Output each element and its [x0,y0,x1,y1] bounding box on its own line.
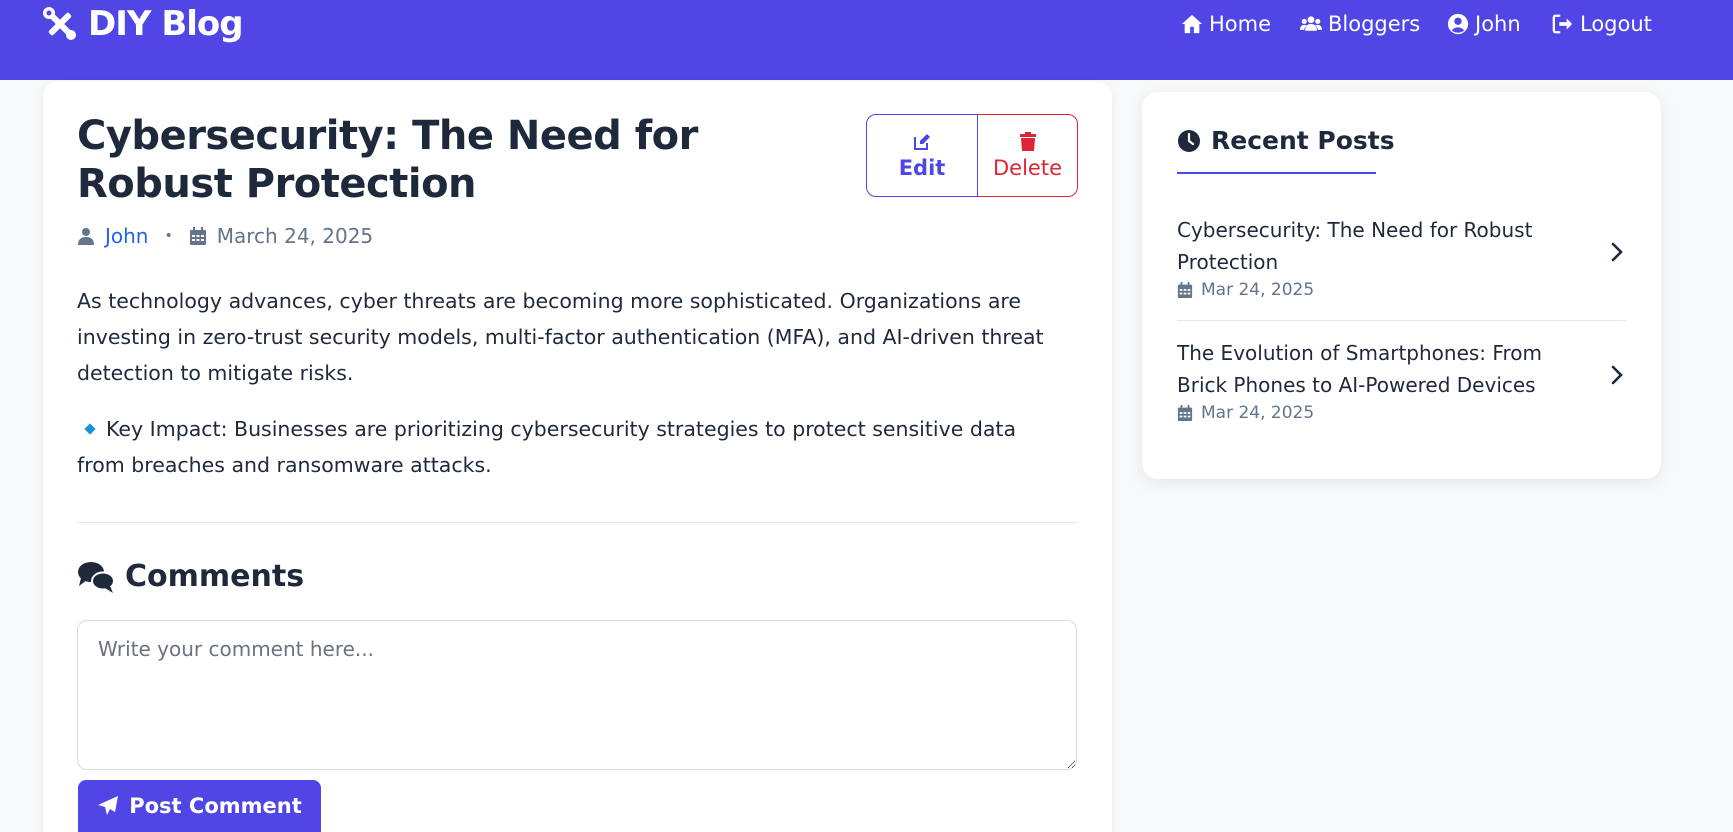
user-circle-icon [1447,13,1469,35]
tools-icon [43,7,76,40]
comments-heading: Comments [77,559,304,594]
nav-bloggers-label: Bloggers [1328,12,1421,36]
key-impact-text: Key Impact: Businesses are prioritizing … [77,417,1017,477]
section-divider [77,522,1077,523]
comments-heading-text: Comments [125,559,305,594]
nav-bloggers-link[interactable]: Bloggers [1300,12,1420,36]
paper-plane-icon [98,796,119,815]
users-icon [1300,16,1322,31]
chevron-right-icon [1611,242,1623,262]
user-icon [78,228,94,245]
recent-post-date-text: Mar 24, 2025 [1201,403,1315,423]
post-actions: Edit Delete [866,114,1078,197]
navbar: DIY Blog Home Bloggers John Logout [0,0,1733,80]
chevron-right-icon [1611,365,1623,385]
clock-icon [1178,129,1200,152]
post-title: Cybersecurity: The Need for Robust Prote… [77,113,698,207]
recent-posts-heading: Recent Posts [1177,126,1395,155]
recent-post-date: Mar 24, 2025 [1177,403,1626,423]
recent-post-date: Mar 24, 2025 [1177,280,1626,300]
post-date: March 24, 2025 [216,224,374,248]
recent-post-item[interactable]: Cybersecurity: The Need for Robust Prote… [1177,214,1626,300]
logout-icon [1552,14,1573,34]
edit-icon [914,133,930,150]
post-comment-label: Post Comment [129,794,302,818]
edit-button[interactable]: Edit [866,114,978,197]
comment-input[interactable] [77,620,1077,770]
post-key-impact: Key Impact: Businesses are prioritizing … [77,411,1067,483]
recent-post-item[interactable]: The Evolution of Smartphones: From Brick… [1177,337,1626,423]
recent-posts-card: Recent Posts Cybersecurity: The Need for… [1142,92,1661,479]
delete-label: Delete [993,155,1062,180]
brand-logo[interactable]: DIY Blog [40,4,244,44]
recent-post-date-text: Mar 24, 2025 [1201,280,1315,300]
nav-home-label: Home [1209,12,1272,36]
nav-profile-link[interactable]: John [1447,12,1521,36]
trash-icon [1019,131,1036,151]
edit-label: Edit [898,155,946,180]
recent-post-title: The Evolution of Smartphones: From Brick… [1177,341,1542,397]
heading-underline [1177,172,1376,174]
post-meta: John • March 24, 2025 [77,224,373,248]
brand-name: DIY Blog [88,4,244,44]
recent-post-separator [1177,320,1626,321]
delete-button[interactable]: Delete [978,114,1078,197]
calendar-icon [1177,282,1193,298]
nav-logout-label: Logout [1580,12,1652,36]
nav-logout-link[interactable]: Logout [1552,12,1652,36]
recent-posts-heading-text: Recent Posts [1211,126,1395,155]
post-paragraph: As technology advances, cyber threats ar… [77,289,1044,385]
post-author-link[interactable]: John [105,224,149,248]
recent-post-title: Cybersecurity: The Need for Robust Prote… [1177,218,1533,274]
diamond-bullet-icon [84,423,96,435]
meta-separator: • [164,228,173,244]
nav-profile-label: John [1475,12,1521,36]
calendar-icon [1177,405,1193,421]
calendar-icon [189,227,206,245]
home-icon [1181,14,1203,34]
comments-icon [78,561,115,593]
post-comment-button[interactable]: Post Comment [78,780,321,832]
nav-home-link[interactable]: Home [1181,12,1271,36]
